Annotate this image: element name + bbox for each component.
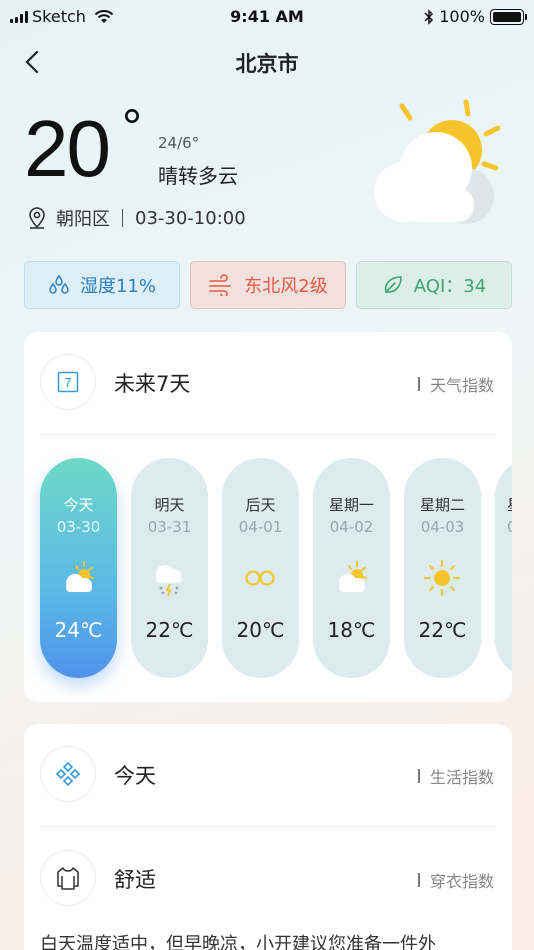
battery-percent: 100% xyxy=(439,7,485,26)
location-divider xyxy=(122,209,123,227)
aqi-label: AQI：34 xyxy=(413,276,487,297)
nav-bar: 北京市 xyxy=(0,40,534,84)
calendar-icon-circle: 7 xyxy=(40,354,96,410)
current-temperature: 20 xyxy=(24,104,111,193)
clothing-index-link[interactable]: 穿衣指数 xyxy=(417,868,494,892)
link-divider xyxy=(417,769,420,783)
thunder-rain-icon xyxy=(156,565,182,597)
weather-index-link[interactable]: 天气指数 xyxy=(417,372,494,396)
day-temperature: 20℃ xyxy=(236,618,285,642)
day-date: 04-01 xyxy=(238,518,283,536)
life-index-title: 今天 xyxy=(114,764,156,788)
status-bar: Sketch 9:41 AM 100% xyxy=(0,0,534,34)
clothing-index-label: 穿衣指数 xyxy=(429,872,494,891)
day-name: 后天 xyxy=(245,496,276,514)
day-name: 今天 xyxy=(63,496,94,514)
clothing-title: 舒适 xyxy=(114,868,156,892)
day-name: 星期二 xyxy=(419,496,465,514)
life-index-header: 今天 生活指数 xyxy=(40,746,496,802)
aqi-chip[interactable]: AQI：34 xyxy=(356,261,512,309)
wind-chip[interactable]: 东北风2级 xyxy=(190,261,346,309)
link-divider xyxy=(417,873,420,887)
sun-icon xyxy=(424,560,460,596)
sun-behind-cloud-icon xyxy=(374,99,501,224)
life-index-card: 今天 生活指数 舒适 穿衣指数 白天温度适中，但早晚凉，小开建议您准备一件外 xyxy=(24,724,512,950)
shirt-icon-circle xyxy=(40,850,96,906)
forecast-list: 今天 03-30 24℃ 明天 03-31 22℃ 后天 04-01 20℃ 星… xyxy=(40,458,512,682)
bluetooth-icon xyxy=(424,8,434,25)
forecast-day-wednesday[interactable]: 星 0 xyxy=(495,458,512,678)
battery-level xyxy=(493,11,521,22)
day-date: 04-03 xyxy=(420,518,465,536)
forecast-day-tomorrow[interactable]: 明天 03-31 22℃ xyxy=(131,458,208,678)
day-temperature: 24℃ xyxy=(54,618,103,642)
wind-label: 东北风2级 xyxy=(244,276,328,297)
calendar-number: 7 xyxy=(64,375,71,390)
location-row: 朝阳区 03-30-10:00 xyxy=(26,204,246,232)
day-temperature: 22℃ xyxy=(145,618,194,642)
day-name: 明天 xyxy=(154,496,185,514)
weather-condition: 晴转多云 xyxy=(158,164,238,188)
forecast-day-after[interactable]: 后天 04-01 20℃ xyxy=(222,458,299,678)
clothing-index-header: 舒适 穿衣指数 xyxy=(40,850,496,906)
weather-metrics: 湿度11% 东北风2级 AQI：34 xyxy=(24,261,512,309)
life-index-link[interactable]: 生活指数 xyxy=(417,764,494,788)
divider xyxy=(40,434,496,435)
infinity-sun-icon xyxy=(245,570,275,586)
forecast-day-today[interactable]: 今天 03-30 24℃ xyxy=(40,458,117,678)
degree-symbol: ° xyxy=(122,99,142,155)
forecast-day-tuesday[interactable]: 星期二 04-03 22℃ xyxy=(404,458,481,678)
page-title: 北京市 xyxy=(235,52,299,76)
day-date: 04-02 xyxy=(329,518,374,536)
wind-icon xyxy=(209,274,232,296)
forecast-header: 7 未来7天 天气指数 xyxy=(40,354,496,410)
location-pin-icon xyxy=(29,207,45,229)
diamonds-icon xyxy=(55,761,81,787)
index-icon-circle xyxy=(40,746,96,802)
divider xyxy=(40,826,496,827)
forecast-title: 未来7天 xyxy=(114,372,191,396)
day-date: 0 xyxy=(507,518,512,536)
humidity-label: 湿度11% xyxy=(79,276,156,297)
leaf-icon xyxy=(384,276,402,293)
temperature-range: 24/6° xyxy=(158,134,200,152)
partly-cloudy-icon xyxy=(339,561,367,592)
humidity-chip[interactable]: 湿度11% xyxy=(24,261,180,309)
calendar-icon: 7 xyxy=(57,371,79,393)
update-time: 03-30-10:00 xyxy=(135,207,246,229)
day-date: 03-31 xyxy=(147,518,192,536)
battery-area: 100% xyxy=(424,7,527,26)
weather-index-label: 天气指数 xyxy=(429,376,494,395)
forecast-card: 7 未来7天 天气指数 今天 03-30 24℃ 明天 03-31 22℃ 后天… xyxy=(24,332,512,702)
district-name: 朝阳区 xyxy=(56,209,110,230)
day-name: 星 xyxy=(495,494,512,515)
forecast-day-monday[interactable]: 星期一 04-02 18℃ xyxy=(313,458,390,678)
shirt-icon xyxy=(57,867,79,890)
partly-cloudy-icon xyxy=(66,561,94,592)
droplets-icon xyxy=(49,274,69,294)
day-temperature: 18℃ xyxy=(327,618,376,642)
day-name: 星期一 xyxy=(328,496,374,514)
link-divider xyxy=(417,377,420,391)
life-index-label: 生活指数 xyxy=(429,768,494,787)
day-date: 03-30 xyxy=(56,518,101,536)
clothing-advice: 白天温度适中，但早晚凉，小开建议您准备一件外 xyxy=(40,934,436,950)
battery-icon xyxy=(490,8,527,25)
day-temperature: 22℃ xyxy=(418,618,467,642)
